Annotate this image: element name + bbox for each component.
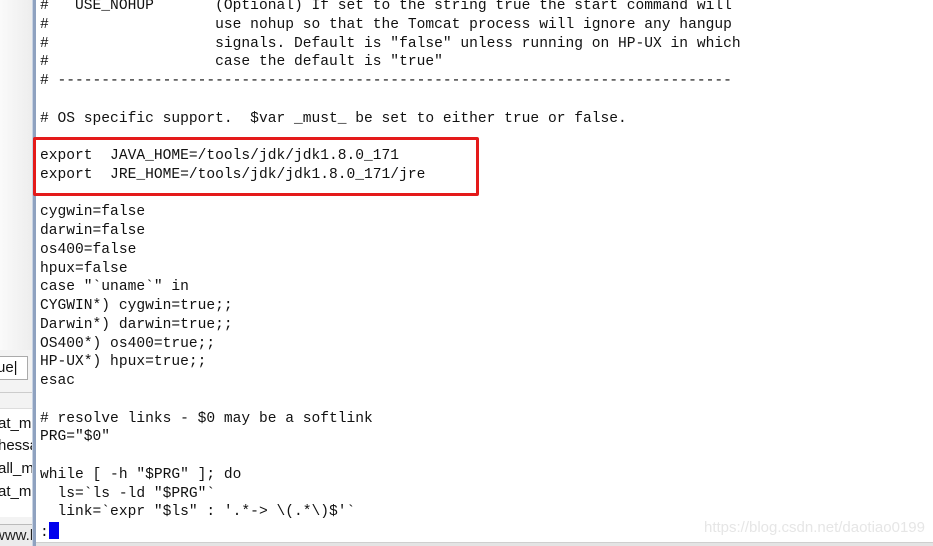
terminal-line: # resolve links - $0 may be a softlink (40, 410, 373, 427)
terminal-line: ls=`ls -ld "$PRG"` (40, 485, 216, 502)
terminal-line: # case the default is "true" (40, 54, 443, 71)
list-item[interactable]: at_m (0, 483, 31, 500)
terminal-line: hpux=false (40, 260, 128, 277)
panel-tab[interactable]: ue| (0, 356, 28, 380)
status-bar: www.k (0, 524, 33, 546)
terminal-line: darwin=false (40, 223, 146, 239)
divider (0, 392, 33, 393)
terminal-line: case "`uname`" in (40, 279, 189, 296)
terminal-line: cygwin=false (40, 204, 146, 221)
terminal-line: # USE_NOHUP (Optional) If set to the str… (40, 0, 732, 14)
terminal-bottom-border (36, 542, 933, 546)
terminal-line: # OS specific support. $var _must_ be se… (40, 110, 627, 127)
terminal-window[interactable]: # USE_NOHUP (Optional) If set to the str… (36, 0, 933, 543)
terminal-output: # USE_NOHUP (Optional) If set to the str… (40, 0, 741, 543)
command-prompt[interactable]: : (40, 522, 741, 543)
terminal-line: os400=false (40, 241, 137, 258)
terminal-line: HP-UX*) hpux=true;; (40, 354, 207, 371)
terminal-line: Darwin*) darwin=true;; (40, 316, 233, 333)
terminal-line: OS400*) os400=true;; (40, 335, 216, 352)
terminal-line: # signals. Default is "false" unless run… (40, 35, 741, 52)
left-panel-background (0, 0, 33, 350)
terminal-line: # use nohup so that the Tomcat process w… (40, 16, 732, 33)
prompt-text: : (40, 525, 49, 541)
watermark: https://blog.csdn.net/daotiao0199 (703, 519, 925, 536)
terminal-line: # --------------------------------------… (40, 73, 732, 89)
list-item[interactable]: all_m (0, 460, 33, 477)
terminal-line: while [ -h "$PRG" ]; do (40, 466, 242, 483)
highlight-box (33, 137, 479, 196)
terminal-line: esac (40, 373, 76, 389)
list-item[interactable]: hessa (0, 437, 33, 454)
terminal-line: CYGWIN*) cygwin=true;; (40, 298, 233, 314)
terminal-line: PRG="$0" (40, 429, 111, 446)
terminal-line: link=`expr "$ls" : '.*-> \(.*\)$'` (40, 504, 356, 521)
list-item[interactable]: at_m (0, 415, 31, 432)
text-cursor (48, 522, 59, 539)
left-panel: ue| at_m hessa all_m at_m www.k (0, 0, 33, 546)
